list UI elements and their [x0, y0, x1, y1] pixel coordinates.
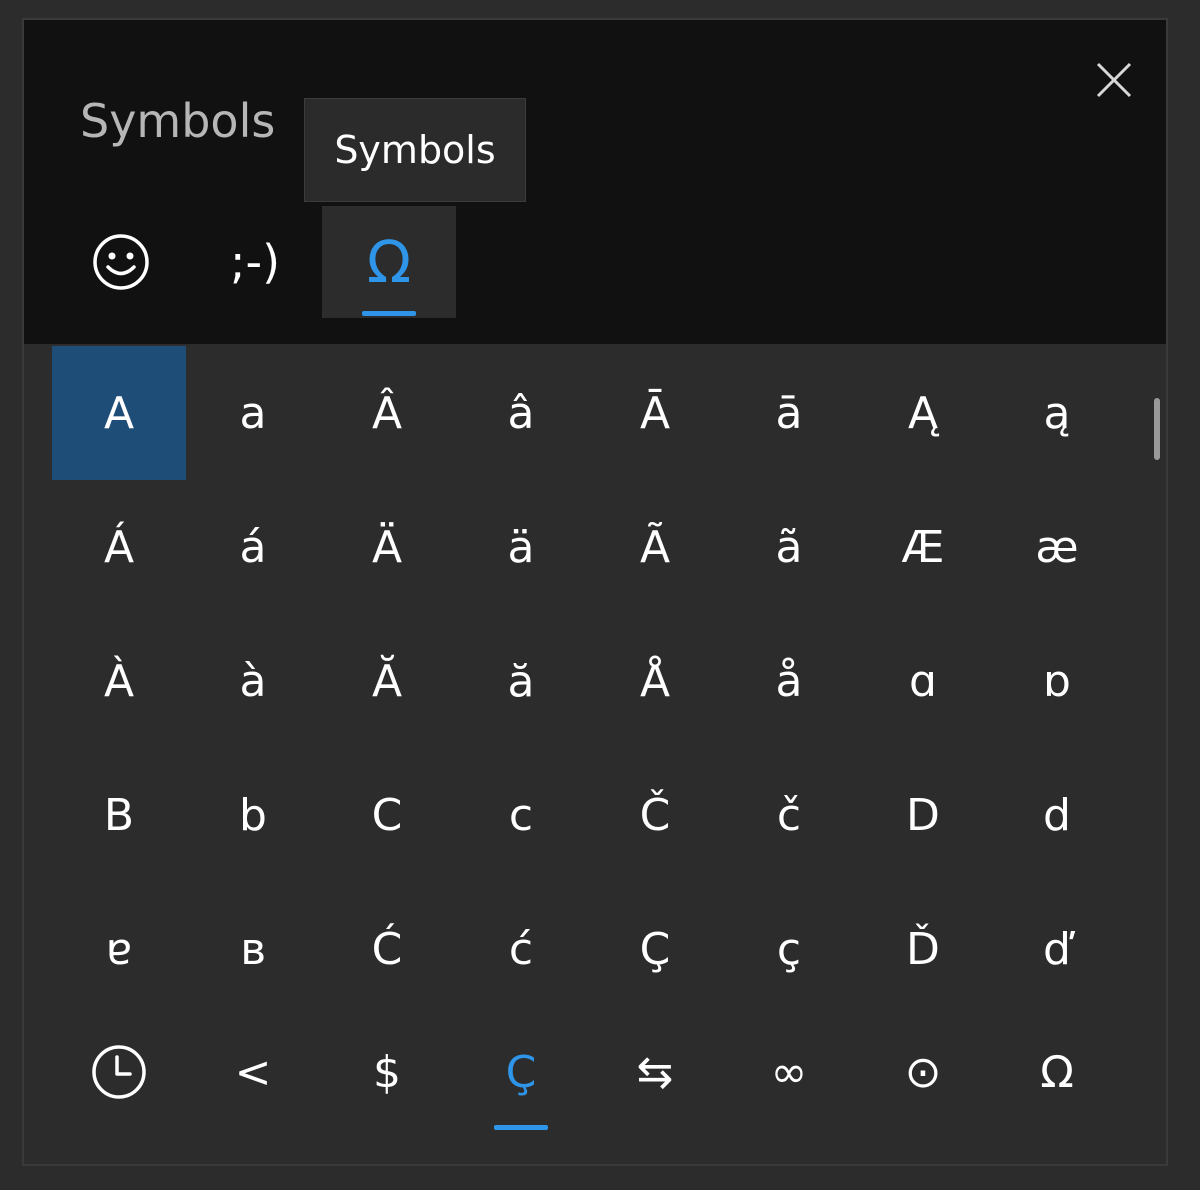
nav-language[interactable]: Ω	[990, 1008, 1124, 1136]
grid-scrollbar[interactable]	[1154, 398, 1160, 460]
nav-currency-label: $	[373, 1046, 401, 1098]
symbol-cell[interactable]: À	[52, 614, 186, 748]
symbol-cell[interactable]: â	[454, 346, 588, 480]
tab-symbols[interactable]: Ω	[322, 206, 456, 318]
nav-math-label: ∞	[770, 1046, 808, 1098]
symbol-cell[interactable]: ç	[722, 882, 856, 1016]
symbol-cell[interactable]: ã	[722, 480, 856, 614]
symbol-cell[interactable]: Ç	[588, 882, 722, 1016]
symbol-cell[interactable]: æ	[990, 480, 1124, 614]
symbol-cell[interactable]: ă	[454, 614, 588, 748]
symbol-cell[interactable]: ď	[990, 882, 1124, 1016]
symbol-cell[interactable]: Å	[588, 614, 722, 748]
symbol-cell[interactable]: ɒ	[990, 614, 1124, 748]
nav-supplemental[interactable]: ⊙	[856, 1008, 990, 1136]
symbol-cell[interactable]: c	[454, 748, 588, 882]
symbol-cell[interactable]: Ã	[588, 480, 722, 614]
symbol-cell[interactable]: Ā	[588, 346, 722, 480]
symbol-grid: A a Â â Ā ā Ą ą Á á Ä ä Ã ã Æ æ À à Ă ă …	[52, 346, 1124, 1016]
kaomoji-label: ;-)	[229, 235, 281, 289]
symbol-cell[interactable]: ć	[454, 882, 588, 1016]
close-button[interactable]	[1090, 56, 1138, 104]
symbol-cell[interactable]: D	[856, 748, 990, 882]
symbol-cell[interactable]: Æ	[856, 480, 990, 614]
symbol-cell[interactable]: B	[52, 748, 186, 882]
symbol-cell[interactable]: á	[186, 480, 320, 614]
symbol-cell[interactable]: Č	[588, 748, 722, 882]
symbol-cell[interactable]: b	[186, 748, 320, 882]
nav-punctuation-label: <	[234, 1046, 272, 1098]
nav-geometric[interactable]: ⇆	[588, 1008, 722, 1136]
symbol-cell[interactable]: C	[320, 748, 454, 882]
nav-recent[interactable]	[52, 1008, 186, 1136]
symbols-tooltip: Symbols	[304, 98, 526, 202]
smiley-face-icon	[93, 234, 149, 290]
symbol-cell[interactable]: A	[52, 346, 186, 480]
close-icon	[1096, 62, 1132, 98]
symbol-cell[interactable]: d	[990, 748, 1124, 882]
symbol-cell[interactable]: Ä	[320, 480, 454, 614]
symbol-cell[interactable]: ɐ	[52, 882, 186, 1016]
symbol-cell[interactable]: ą	[990, 346, 1124, 480]
symbol-cell[interactable]: a	[186, 346, 320, 480]
nav-latin[interactable]: Ç	[454, 1008, 588, 1136]
symbol-cell[interactable]: à	[186, 614, 320, 748]
tab-kaomoji[interactable]: ;-)	[188, 206, 322, 318]
nav-language-label: Ω	[1040, 1046, 1074, 1098]
symbol-cell[interactable]: ɑ	[856, 614, 990, 748]
nav-currency[interactable]: $	[320, 1008, 454, 1136]
tab-emoji[interactable]	[54, 206, 188, 318]
category-nav: < $ Ç ⇆ ∞ ⊙ Ω	[52, 1008, 1124, 1136]
symbol-cell[interactable]: Ď	[856, 882, 990, 1016]
symbol-cell[interactable]: Ă	[320, 614, 454, 748]
nav-punctuation[interactable]: <	[186, 1008, 320, 1136]
active-tab-indicator	[362, 311, 416, 316]
symbol-cell[interactable]: Ą	[856, 346, 990, 480]
symbol-cell[interactable]: Á	[52, 480, 186, 614]
symbol-cell[interactable]: å	[722, 614, 856, 748]
arrows-swap-icon: ⇆	[636, 1046, 674, 1098]
symbol-cell[interactable]: ā	[722, 346, 856, 480]
omega-icon: Ω	[366, 228, 412, 296]
nav-math[interactable]: ∞	[722, 1008, 856, 1136]
symbol-cell[interactable]: ʙ	[186, 882, 320, 1016]
active-category-indicator	[494, 1125, 548, 1130]
emoji-panel: Symbols Symbols ;-) Ω A a Â â Ā ā Ą ą Á …	[22, 18, 1168, 1166]
symbol-cell[interactable]: č	[722, 748, 856, 882]
nav-latin-label: Ç	[505, 1046, 537, 1098]
symbol-cell[interactable]: Â	[320, 346, 454, 480]
panel-title: Symbols	[80, 94, 276, 148]
clock-icon	[92, 1045, 146, 1099]
panel-header: Symbols Symbols ;-) Ω	[24, 20, 1166, 344]
symbol-cell[interactable]: Ć	[320, 882, 454, 1016]
nav-supplemental-label: ⊙	[904, 1046, 942, 1098]
symbol-cell[interactable]: ä	[454, 480, 588, 614]
